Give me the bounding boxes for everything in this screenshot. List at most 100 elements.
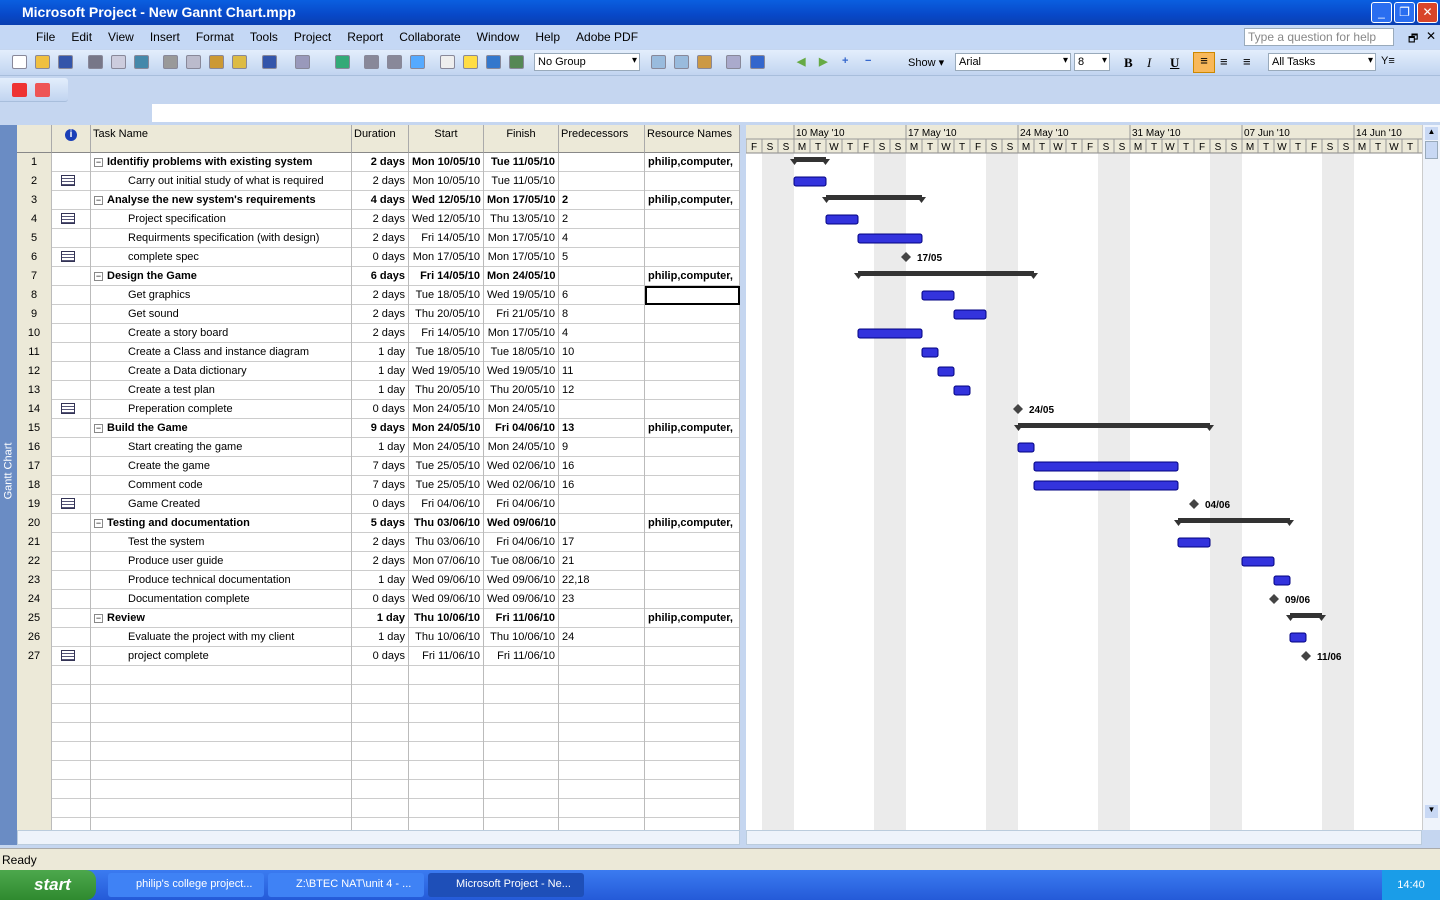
start-cell[interactable]: Mon 17/05/10 xyxy=(409,248,484,267)
task-name-cell[interactable]: Produce technical documentation xyxy=(91,571,352,590)
align-left-button[interactable]: ≡ xyxy=(1193,52,1215,73)
empty-cell[interactable] xyxy=(352,742,409,761)
predecessors-cell[interactable]: 22,18 xyxy=(559,571,645,590)
task-name-cell[interactable]: Comment code xyxy=(91,476,352,495)
row-number[interactable]: 4 xyxy=(17,210,52,229)
predecessors-cell[interactable]: 24 xyxy=(559,628,645,647)
entry-bar-input[interactable] xyxy=(152,104,1440,122)
summary-bar[interactable] xyxy=(826,195,922,200)
duration-cell[interactable]: 1 day xyxy=(352,628,409,647)
empty-cell[interactable] xyxy=(352,818,409,830)
resource-names-cell[interactable] xyxy=(645,590,740,609)
vertical-scrollbar[interactable]: ▲ ▼ xyxy=(1422,125,1440,830)
start-cell[interactable]: Mon 10/05/10 xyxy=(409,172,484,191)
header-predecessors[interactable]: Predecessors xyxy=(559,125,645,153)
milestone-marker[interactable] xyxy=(1189,499,1199,509)
start-cell[interactable]: Thu 10/06/10 xyxy=(409,609,484,628)
row-number[interactable] xyxy=(17,742,52,761)
empty-cell[interactable] xyxy=(91,761,352,780)
task-row[interactable]: 22 Produce user guide 2 days Mon 07/06/10 Tu… xyxy=(17,552,740,571)
task-name-cell[interactable]: − Review xyxy=(91,609,352,628)
task-row[interactable]: 15− Build the Game 9 days Mon 24/05/10 Fri 0… xyxy=(17,419,740,438)
finish-cell[interactable]: Fri 04/06/10 xyxy=(484,495,559,514)
row-number[interactable]: 25 xyxy=(17,609,52,628)
finish-cell[interactable]: Thu 20/05/10 xyxy=(484,381,559,400)
start-cell[interactable]: Fri 14/05/10 xyxy=(409,324,484,343)
scroll-thumb[interactable] xyxy=(1425,141,1438,159)
resource-names-cell[interactable] xyxy=(645,628,740,647)
start-cell[interactable]: Tue 25/05/10 xyxy=(409,476,484,495)
duration-cell[interactable]: 2 days xyxy=(352,172,409,191)
row-number[interactable]: 1 xyxy=(17,153,52,172)
save-icon[interactable] xyxy=(58,55,73,69)
underline-button[interactable]: U xyxy=(1170,55,1179,71)
duration-cell[interactable]: 2 days xyxy=(352,286,409,305)
hyperlink-icon[interactable] xyxy=(335,55,350,69)
summary-bar[interactable] xyxy=(1290,613,1322,618)
align-center-button[interactable]: ≡ xyxy=(1220,54,1228,69)
empty-cell[interactable] xyxy=(559,818,645,830)
finish-cell[interactable]: Wed 19/05/10 xyxy=(484,362,559,381)
finish-cell[interactable]: Wed 19/05/10 xyxy=(484,286,559,305)
resource-names-cell[interactable] xyxy=(645,647,740,666)
taskbar-item-project[interactable]: Microsoft Project - Ne... xyxy=(428,873,584,897)
menu-project[interactable]: Project xyxy=(294,30,331,44)
task-row[interactable]: 8 Get graphics 2 days Tue 18/05/10 Wed 19/05… xyxy=(17,286,740,305)
task-name-cell[interactable]: Requirments specification (with design) xyxy=(91,229,352,248)
duration-cell[interactable]: 2 days xyxy=(352,305,409,324)
duration-cell[interactable]: 1 day xyxy=(352,343,409,362)
task-row[interactable]: 6 complete spec 0 days Mon 17/05/10 Mon 17/0… xyxy=(17,248,740,267)
predecessors-cell[interactable]: 11 xyxy=(559,362,645,381)
resource-names-cell[interactable]: philip,computer, xyxy=(645,609,740,628)
duration-cell[interactable]: 7 days xyxy=(352,457,409,476)
duration-cell[interactable]: 2 days xyxy=(352,552,409,571)
help-icon[interactable] xyxy=(750,55,765,69)
row-number[interactable] xyxy=(17,685,52,704)
predecessors-cell[interactable]: 23 xyxy=(559,590,645,609)
finish-cell[interactable]: Mon 24/05/10 xyxy=(484,438,559,457)
task-info-icon[interactable] xyxy=(440,55,455,69)
show-subtasks-icon[interactable]: + xyxy=(842,55,857,69)
select-all-corner[interactable] xyxy=(17,125,52,153)
duration-cell[interactable]: 2 days xyxy=(352,229,409,248)
resource-names-cell[interactable] xyxy=(645,533,740,552)
start-cell[interactable]: Mon 24/05/10 xyxy=(409,419,484,438)
finish-cell[interactable]: Mon 17/05/10 xyxy=(484,229,559,248)
task-name-cell[interactable]: Get graphics xyxy=(91,286,352,305)
print-preview-icon[interactable] xyxy=(111,55,126,69)
empty-cell[interactable] xyxy=(409,666,484,685)
start-cell[interactable]: Wed 09/06/10 xyxy=(409,590,484,609)
task-bar[interactable] xyxy=(1273,575,1291,586)
finish-cell[interactable]: Fri 21/05/10 xyxy=(484,305,559,324)
empty-cell[interactable] xyxy=(559,685,645,704)
empty-cell[interactable] xyxy=(352,723,409,742)
row-number[interactable]: 2 xyxy=(17,172,52,191)
task-bar[interactable] xyxy=(857,328,923,339)
empty-row[interactable] xyxy=(17,780,740,799)
header-duration[interactable]: Duration xyxy=(352,125,409,153)
predecessors-cell[interactable] xyxy=(559,267,645,286)
task-row[interactable]: 4 Project specification 2 days Wed 12/05/10… xyxy=(17,210,740,229)
start-cell[interactable]: Fri 14/05/10 xyxy=(409,267,484,286)
resource-names-cell[interactable] xyxy=(645,552,740,571)
menu-collaborate[interactable]: Collaborate xyxy=(399,30,460,44)
task-name-cell[interactable]: Create a story board xyxy=(91,324,352,343)
empty-cell[interactable] xyxy=(484,780,559,799)
predecessors-cell[interactable]: 16 xyxy=(559,476,645,495)
finish-cell[interactable]: Wed 02/06/10 xyxy=(484,457,559,476)
resource-names-cell[interactable] xyxy=(645,381,740,400)
finish-cell[interactable]: Thu 10/06/10 xyxy=(484,628,559,647)
task-bar[interactable] xyxy=(1033,461,1179,472)
task-name-cell[interactable]: Get sound xyxy=(91,305,352,324)
duration-cell[interactable]: 0 days xyxy=(352,400,409,419)
gantt-horizontal-scrollbar[interactable] xyxy=(746,830,1422,845)
empty-cell[interactable] xyxy=(484,704,559,723)
empty-cell[interactable] xyxy=(91,685,352,704)
resource-names-cell[interactable]: philip,computer, xyxy=(645,267,740,286)
task-bar[interactable] xyxy=(1241,556,1275,567)
start-cell[interactable]: Fri 14/05/10 xyxy=(409,229,484,248)
resource-names-cell[interactable] xyxy=(645,324,740,343)
task-row[interactable]: 7− Design the Game 6 days Fri 14/05/10 Mon 2… xyxy=(17,267,740,286)
menu-adobe-pdf[interactable]: Adobe PDF xyxy=(576,30,638,44)
task-row[interactable]: 11 Create a Class and instance diagram 1 d… xyxy=(17,343,740,362)
